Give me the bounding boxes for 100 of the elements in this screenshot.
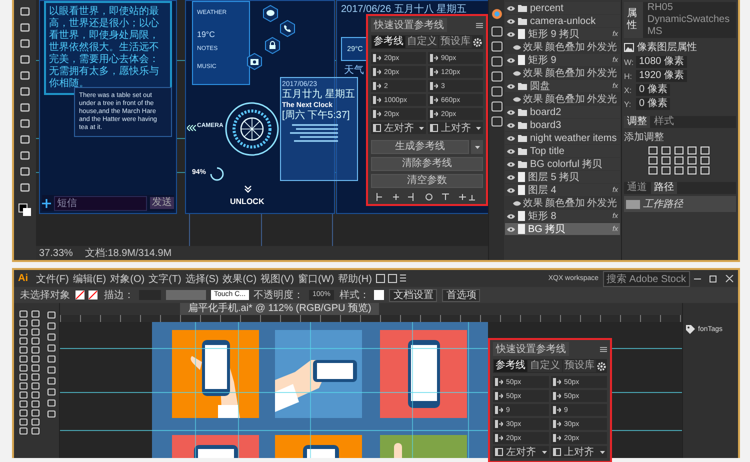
eye-icon[interactable] [507, 136, 515, 140]
panel-tab[interactable]: 预设库 [562, 360, 596, 372]
clock-dial-drawing [224, 101, 280, 157]
dimension-field[interactable]: 1920 像素 [636, 70, 688, 82]
panel-tab[interactable]: 样式 [651, 116, 677, 128]
message-input[interactable]: 短信 [54, 196, 147, 210]
menu-icon[interactable] [476, 22, 483, 28]
layer-row[interactable]: board2 [505, 106, 620, 118]
send-button[interactable]: 发送 [150, 197, 174, 209]
eye-icon[interactable] [507, 122, 515, 128]
eye-icon[interactable] [507, 174, 515, 180]
toolbar-button[interactable]: 文档设置 [389, 288, 438, 302]
panel-tab[interactable]: 自定义 [528, 360, 562, 372]
effect-label: 效果 [523, 67, 543, 80]
dimension-field[interactable]: 1080 像素 [636, 56, 688, 68]
alignment-dropdown[interactable]: 上对齐 [428, 122, 483, 134]
settings-icon[interactable] [473, 38, 482, 46]
eye-icon[interactable] [513, 44, 521, 50]
alignment-dropdown[interactable]: 左对齐 [371, 122, 426, 134]
panel-tab[interactable]: 预设库 [439, 36, 472, 48]
menu-icon[interactable] [600, 346, 607, 352]
layer-row[interactable]: BG colorful 拷贝 [505, 158, 620, 170]
menu-item[interactable]: 文字(T) [148, 272, 182, 286]
panel-heading: 像素图层属性 [637, 40, 697, 54]
effect-label: 外发光 [587, 92, 617, 106]
layer-row[interactable]: Top title [505, 145, 620, 157]
settings-icon[interactable] [596, 362, 606, 370]
eye-icon[interactable] [507, 226, 515, 232]
path-row[interactable]: 工作路径 [624, 196, 736, 212]
effect-label: 外发光 [587, 196, 617, 210]
eye-icon[interactable] [507, 188, 515, 192]
panel-tab[interactable]: 调整 [624, 116, 650, 128]
panel-tab[interactable]: 路径 [651, 182, 677, 194]
menu-item[interactable]: 视图(V) [260, 272, 294, 286]
panel-tab[interactable]: 属性 [624, 2, 644, 38]
caret-icon [600, 450, 605, 454]
guide-setting-icon [495, 406, 503, 414]
effect-label: 效果 [523, 41, 543, 54]
guide-setting-icon [495, 378, 503, 386]
guide-setting-icon [553, 434, 561, 442]
eye-icon[interactable] [513, 70, 521, 76]
alignment-dropdown[interactable]: 上对齐 [551, 446, 607, 458]
toolbar-button[interactable]: 首选项 [442, 288, 480, 302]
panel-tab[interactable]: 参考线 [494, 360, 528, 372]
plus-icon[interactable] [42, 198, 51, 208]
eye-icon[interactable] [513, 96, 521, 102]
app-logo: Ai [18, 273, 28, 284]
layer-row[interactable]: percent [505, 2, 620, 14]
menu-item[interactable]: 文件(F) [36, 272, 69, 286]
layer-row[interactable]: 图层 5 拷贝 [505, 171, 620, 183]
field-label: H: [624, 72, 633, 80]
menu-item[interactable]: 窗口(W) [298, 272, 334, 286]
panel-button[interactable]: 清空参数 [371, 174, 483, 188]
panel-tab[interactable]: 自定义 [406, 36, 438, 48]
menu-item[interactable]: 效果(C) [222, 272, 257, 286]
eye-icon[interactable] [507, 58, 515, 62]
dimension-field[interactable]: 0 像素 [636, 84, 670, 96]
eye-icon[interactable] [507, 18, 515, 24]
guide-setting-icon [373, 54, 381, 62]
eye-icon[interactable] [507, 214, 515, 218]
layer-row[interactable]: night weather items [505, 132, 620, 144]
layer-row[interactable]: board3 [505, 119, 620, 131]
panel-tab[interactable]: 参考线 [372, 36, 405, 48]
eye-icon[interactable] [513, 200, 521, 206]
dimension-field[interactable]: 0 像素 [636, 98, 670, 110]
battery-ring-drawing [210, 167, 224, 181]
eye-icon[interactable] [507, 84, 515, 88]
phone-icon [279, 20, 296, 37]
generate-guides-button[interactable]: 生成参考线 [371, 140, 469, 154]
image-icon [624, 42, 634, 52]
menu-item[interactable]: 选择(S) [185, 272, 219, 286]
path-thumbnail [626, 200, 640, 208]
panel-heading: 添加调整 [624, 130, 665, 144]
stock-search-field[interactable]: 搜索 Adobe Stock [602, 270, 690, 286]
layout-icon[interactable] [376, 274, 406, 283]
menu-item[interactable]: 帮助(H) [338, 272, 372, 286]
variable-width-field[interactable] [166, 290, 206, 300]
eye-icon[interactable] [507, 162, 515, 166]
eye-icon[interactable] [507, 6, 515, 10]
document-size: 文档:18.9M/314.9M [84, 246, 172, 260]
window-controls-icon[interactable] [694, 274, 734, 282]
fill-swatch-icon[interactable] [75, 290, 99, 300]
selection-status: 未选择对象 [20, 288, 70, 302]
layer-row[interactable]: camera-unlock [505, 15, 620, 27]
document-tab[interactable]: 扁平化手机.ai* @ 112% (RGB/GPU 预览) [180, 303, 380, 315]
align-icon [430, 124, 438, 132]
guide-setting-icon [430, 96, 438, 104]
eye-icon[interactable] [507, 148, 515, 154]
eye-icon[interactable] [507, 32, 515, 36]
caret-icon [474, 146, 480, 148]
eye-icon[interactable] [507, 110, 515, 114]
guide-setting-icon [495, 392, 503, 400]
panel-button[interactable]: 清除参考线 [371, 157, 483, 171]
dropdown-button[interactable] [471, 140, 483, 154]
effect-label: 颜色叠加 [545, 66, 585, 80]
style-swatch[interactable] [374, 290, 384, 300]
menu-item[interactable]: 对象(O) [110, 272, 145, 286]
alignment-dropdown[interactable]: 左对齐 [493, 446, 549, 458]
menu-item[interactable]: 编辑(E) [72, 272, 106, 286]
field-label: X: [624, 86, 633, 94]
